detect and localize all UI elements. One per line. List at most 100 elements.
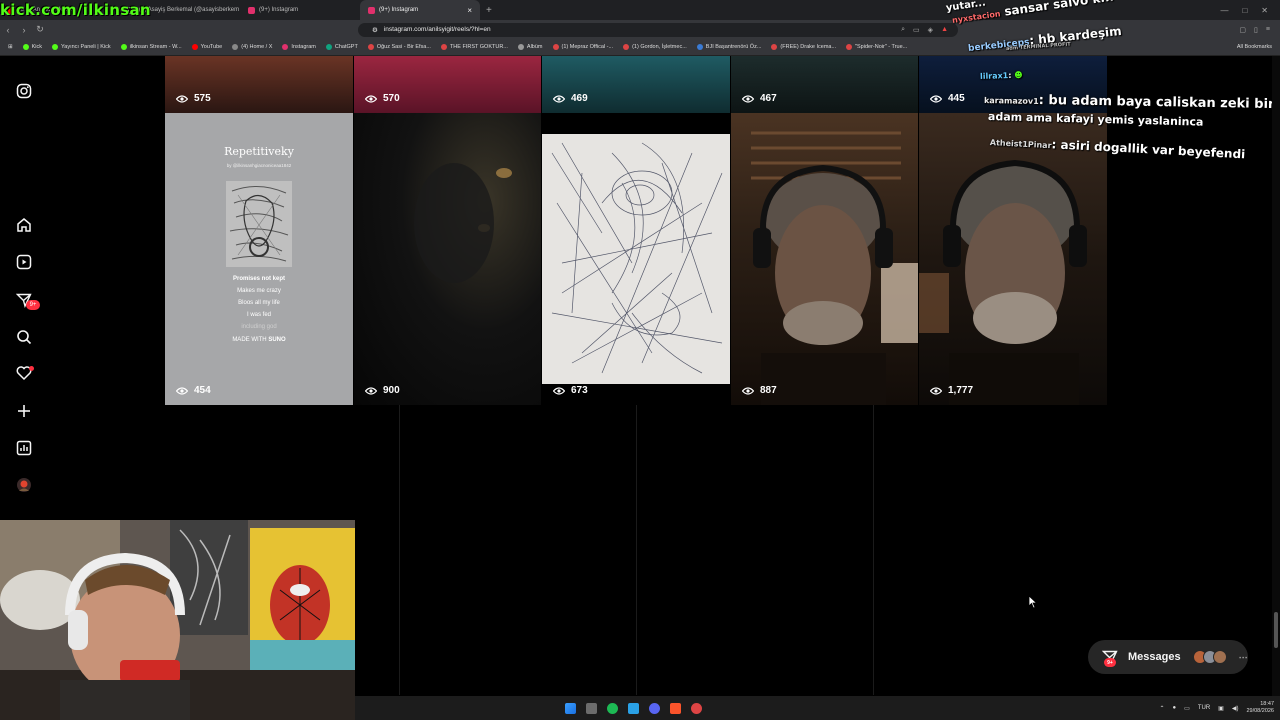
messages-button[interactable]: 9+ Messages ⋯ bbox=[1088, 640, 1248, 674]
bookmark-item[interactable]: YouTube bbox=[191, 44, 222, 50]
lyrics: Promises not kept Makes me crazy Bloos a… bbox=[165, 273, 353, 333]
input-icon[interactable]: ▭ bbox=[1184, 705, 1190, 712]
reel-tile-suno-card[interactable]: Repetitiveky by @ilkinsanhgiacnoniceaa18… bbox=[165, 113, 353, 405]
scroll-thumb[interactable] bbox=[1274, 612, 1278, 648]
language-indicator[interactable]: TUR bbox=[1198, 705, 1210, 711]
bookmark-favicon-icon bbox=[517, 44, 524, 50]
chat-message: berkebiceps: hb kardeşim bbox=[967, 23, 1123, 54]
bookmark-favicon-icon bbox=[623, 44, 630, 50]
windows-start-icon[interactable] bbox=[565, 702, 576, 714]
chat-username: karamazov1 bbox=[983, 96, 1039, 106]
bookmark-favicon-icon bbox=[771, 44, 778, 50]
bookmark-favicon-icon bbox=[846, 44, 853, 50]
apps-icon[interactable]: ⊞ bbox=[8, 44, 13, 50]
reel-tile[interactable]: 467 bbox=[731, 56, 918, 113]
reel-tile[interactable]: 887 bbox=[731, 113, 918, 405]
bookmark-item[interactable]: ilkinsan Stream - W... bbox=[120, 44, 182, 50]
bookmark-item[interactable]: Instagram bbox=[282, 44, 316, 50]
chat-message: karamazov1: bu adam baya caliskan zeki b… bbox=[983, 92, 1275, 113]
clock[interactable]: 18:47 29/08/2026 bbox=[1246, 701, 1274, 715]
create-icon[interactable] bbox=[15, 402, 33, 420]
bookmark-favicon-icon bbox=[22, 44, 29, 50]
browser-tab[interactable]: (9+) Instagram bbox=[240, 0, 360, 20]
cover-art-image bbox=[226, 181, 292, 267]
url-text: instagram.com/anilsyigit/reels/?hl=en bbox=[383, 26, 491, 33]
chat-message: Atheist1Pinar: asiri dogallik var beyefe… bbox=[989, 137, 1246, 162]
reload-icon[interactable]: ↻ bbox=[32, 24, 48, 35]
bookmark-label: (4) Home / X bbox=[241, 44, 273, 50]
bookmark-item[interactable]: Oğuz Sasi - Bir Efsa... bbox=[367, 44, 431, 50]
shield-icon[interactable]: ◈ bbox=[928, 26, 933, 34]
bookmark-item[interactable]: Yayıncı Paneli | Kick bbox=[52, 44, 111, 50]
bookmark-label: Yayıncı Paneli | Kick bbox=[61, 44, 111, 50]
reel-tile[interactable]: 469 bbox=[542, 56, 730, 113]
network-icon[interactable]: ▣ bbox=[1218, 705, 1224, 712]
task-view-icon[interactable] bbox=[586, 702, 597, 714]
instagram-icon[interactable] bbox=[15, 82, 33, 100]
chat-username: nyxstacion bbox=[951, 9, 1002, 25]
stream-chat-overlay: yutar... nyxstacion sansar salvo k... be… bbox=[940, 0, 1280, 170]
bookmark-item[interactable]: (1) Gordon, İşletmec... bbox=[623, 44, 687, 50]
home-icon[interactable] bbox=[15, 216, 33, 234]
instagram-icon bbox=[248, 6, 255, 14]
app-icon[interactable] bbox=[691, 702, 702, 714]
view-count-value: 570 bbox=[383, 93, 400, 104]
zoom-icon[interactable]: ⌕ bbox=[901, 26, 905, 34]
lyric-line: including god bbox=[241, 324, 277, 330]
bookmark-item[interactable]: (1) Mepraz Offical -... bbox=[552, 44, 613, 50]
profile-avatar[interactable] bbox=[15, 476, 33, 494]
grid-divider bbox=[399, 405, 400, 695]
bookmark-item[interactable]: ChatGPT bbox=[325, 44, 358, 50]
view-count-value: 900 bbox=[383, 385, 400, 396]
grid-divider bbox=[873, 405, 874, 695]
avatar bbox=[1212, 650, 1227, 664]
new-tab-button[interactable]: + bbox=[480, 5, 498, 16]
bookmark-item[interactable]: THE FIRST GOKTUR... bbox=[440, 44, 508, 50]
bookmark-label: ilkinsan Stream - W... bbox=[129, 44, 182, 50]
reel-tile[interactable]: 570 bbox=[354, 56, 541, 113]
bookmark-item[interactable]: Kick bbox=[22, 44, 42, 50]
lyric-line: Makes me crazy bbox=[237, 288, 281, 294]
spotify-icon[interactable] bbox=[607, 702, 618, 714]
address-bar[interactable]: ⚙ instagram.com/anilsyigit/reels/?hl=en … bbox=[358, 22, 958, 37]
bookmark-item[interactable]: BJI Başantrenörü Öz... bbox=[696, 44, 761, 50]
back-icon[interactable]: ‹ bbox=[0, 25, 16, 35]
view-count: 469 bbox=[553, 93, 588, 104]
brave-icon[interactable] bbox=[670, 702, 681, 714]
bookmark-item[interactable]: (FREE) Drake Icema... bbox=[771, 44, 836, 50]
tab-label: (2) Asayiş Berkemal (@asayisberkem bbox=[139, 7, 240, 13]
telegram-icon[interactable] bbox=[628, 702, 639, 714]
more-icon: ⋯ bbox=[1238, 651, 1248, 662]
reel-tile[interactable]: 900 bbox=[354, 113, 541, 405]
activity-dot bbox=[29, 366, 34, 371]
windows-taskbar: ⌃ ● ▭ TUR ▣ ◀) 18:47 29/08/2026 bbox=[355, 696, 1280, 720]
reel-tile[interactable]: 673 bbox=[542, 113, 730, 405]
eye-icon bbox=[742, 386, 754, 395]
bookmark-item[interactable]: Albüm bbox=[517, 44, 543, 50]
site-info-icon[interactable]: ⚙ bbox=[372, 26, 378, 34]
page-scrollbar[interactable] bbox=[1272, 56, 1280, 696]
bookmark-label: (FREE) Drake Icema... bbox=[780, 44, 837, 50]
chevron-up-icon[interactable]: ⌃ bbox=[1160, 705, 1165, 712]
bookmark-favicon-icon bbox=[325, 44, 332, 50]
dashboard-icon[interactable] bbox=[15, 439, 33, 457]
bookmark-favicon-icon bbox=[552, 44, 559, 50]
volume-icon[interactable]: ◀) bbox=[1232, 705, 1239, 712]
search-icon[interactable] bbox=[15, 328, 33, 346]
bookmark-item[interactable]: "Spider-Noir" - True... bbox=[846, 44, 907, 50]
view-count: 900 bbox=[365, 385, 400, 396]
discord-icon[interactable] bbox=[649, 702, 660, 714]
forward-icon[interactable]: › bbox=[16, 25, 32, 35]
screen-icon[interactable]: ▭ bbox=[913, 26, 920, 34]
eye-icon bbox=[365, 386, 377, 395]
bookmark-item[interactable]: (4) Home / X bbox=[232, 44, 272, 50]
screen: to VI An Extended Lo (2) Asayiş Berkemal… bbox=[0, 0, 1280, 720]
browser-tab-active[interactable]: (9+) Instagram × bbox=[360, 0, 480, 20]
reel-tile[interactable]: 575 bbox=[165, 56, 353, 113]
microphone-icon[interactable]: ● bbox=[1173, 705, 1177, 711]
reels-icon[interactable] bbox=[15, 253, 33, 271]
bookmark-label: "Spider-Noir" - True... bbox=[855, 44, 908, 50]
bookmark-label: Oğuz Sasi - Bir Efsa... bbox=[376, 44, 431, 50]
close-icon[interactable]: × bbox=[467, 6, 472, 15]
made-with-label: MADE WITH SUNO bbox=[165, 337, 353, 343]
